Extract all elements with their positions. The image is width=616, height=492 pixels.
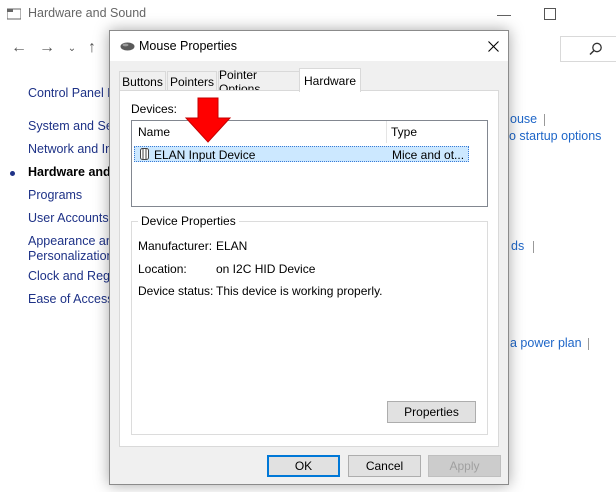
device-type: Mice and ot... — [392, 148, 465, 162]
devices-label: Devices: — [131, 102, 178, 116]
folder-icon — [7, 8, 21, 20]
up-icon: ↑ — [88, 39, 96, 56]
tab-pointers[interactable]: Pointers — [167, 71, 217, 91]
dialog-title: Mouse Properties — [139, 39, 237, 53]
column-header-type[interactable]: Type — [387, 121, 487, 143]
right-link-mouse[interactable]: ouse — [510, 112, 537, 126]
side-link-ease-of-access[interactable]: Ease of Access — [28, 292, 113, 306]
minimize-button[interactable]: — — [484, 2, 524, 26]
right-link-power-plan[interactable]: a power plan — [510, 336, 582, 350]
red-arrow-annotation — [184, 97, 232, 143]
column-header-name[interactable]: Name — [132, 121, 386, 143]
minimize-icon: — — [497, 6, 511, 22]
location-label: Location: — [138, 262, 187, 276]
side-link-programs[interactable]: Programs — [28, 188, 82, 202]
current-item-bullet — [10, 171, 15, 176]
side-link-user-accounts[interactable]: User Accounts — [28, 211, 109, 225]
maximize-icon — [544, 8, 556, 20]
link-separator — [533, 241, 534, 253]
apply-button[interactable]: Apply — [428, 455, 501, 477]
tab-pointer-options[interactable]: Pointer Options — [218, 68, 300, 96]
history-dropdown-icon: ⌄ — [67, 42, 77, 54]
forward-icon: → — [39, 39, 55, 56]
device-properties-group: Device Properties Manufacturer: ELAN Loc… — [131, 214, 488, 435]
side-link-system-security[interactable]: System and Sec — [28, 119, 119, 133]
device-name: ELAN Input Device — [154, 148, 256, 162]
close-button[interactable] — [478, 31, 508, 61]
location-value: on I2C HID Device — [216, 262, 316, 276]
side-link-appearance[interactable]: Appearance and — [28, 234, 120, 248]
link-separator — [544, 114, 545, 126]
search-icon — [589, 42, 602, 56]
mouse-icon — [120, 42, 135, 51]
tab-buttons[interactable]: Buttons — [119, 71, 166, 91]
maximize-button[interactable] — [530, 2, 570, 26]
control-panel-title: Hardware and Sound — [28, 6, 147, 20]
manufacturer-label: Manufacturer: — [138, 239, 213, 253]
search-box[interactable] — [560, 36, 616, 62]
side-link-control-panel-home[interactable]: Control Panel H — [28, 86, 116, 100]
cancel-button[interactable]: Cancel — [348, 455, 421, 477]
dialog-titlebar[interactable]: Mouse Properties — [110, 31, 508, 61]
properties-button[interactable]: Properties — [387, 401, 476, 423]
link-separator — [588, 338, 589, 350]
forward-button[interactable]: → — [37, 34, 57, 62]
hardware-tab-panel: Devices: Name Type ELAN Input Device Mic… — [119, 90, 499, 447]
side-link-clock-region[interactable]: Clock and Regio — [28, 269, 120, 283]
manufacturer-value: ELAN — [216, 239, 248, 253]
back-icon: ← — [11, 39, 27, 56]
device-properties-title: Device Properties — [138, 214, 239, 228]
right-link-sounds[interactable]: ds — [511, 239, 524, 253]
close-icon — [487, 40, 499, 52]
side-link-network[interactable]: Network and In — [28, 142, 112, 156]
device-status-value: This device is working properly. — [216, 284, 383, 298]
up-button[interactable]: ↑ — [82, 34, 102, 62]
mouse-properties-dialog: Mouse Properties Buttons Pointers Pointe… — [109, 30, 509, 485]
control-panel-titlebar: Hardware and Sound — — [0, 0, 616, 28]
device-status-label: Device status: — [138, 284, 214, 298]
side-link-personalization[interactable]: Personalization — [28, 249, 113, 263]
table-row[interactable]: ELAN Input Device Mice and ot... — [134, 146, 469, 162]
ok-button[interactable]: OK — [267, 455, 340, 477]
device-icon — [140, 148, 149, 160]
back-button[interactable]: ← — [9, 34, 29, 62]
right-link-startup-options[interactable]: o startup options — [509, 129, 601, 143]
tab-hardware[interactable]: Hardware — [299, 68, 361, 92]
history-dropdown-button[interactable]: ⌄ — [62, 34, 82, 62]
